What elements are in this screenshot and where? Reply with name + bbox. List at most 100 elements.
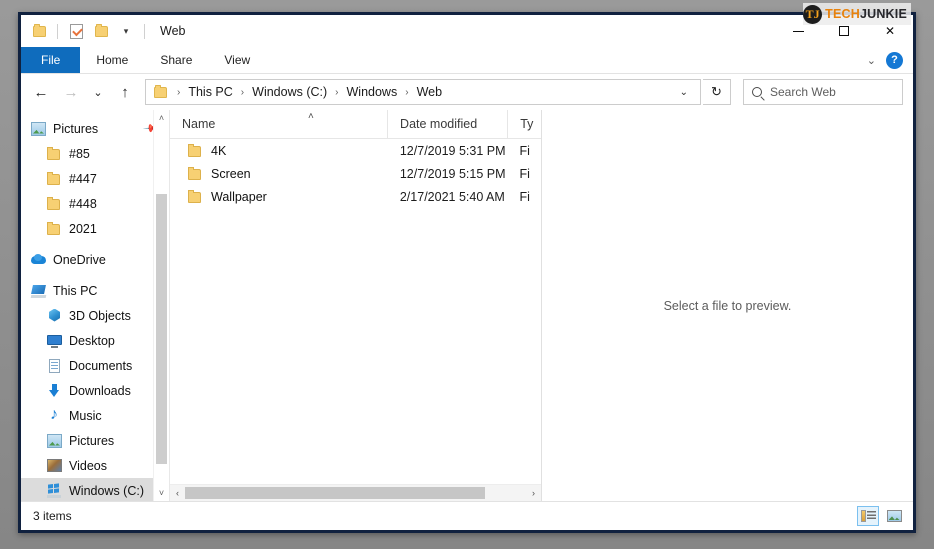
scroll-left-chevron-icon[interactable]: ‹ [170,488,185,498]
breadcrumb-item-windows-c[interactable]: Windows (C:) [250,85,329,99]
sidebar-item-videos[interactable]: Videos [21,453,169,478]
file-date-cell: 12/7/2019 5:15 PM [399,166,506,181]
navigation-scrollbar[interactable]: ˄ ˅ [153,110,169,501]
scrollbar-thumb[interactable] [185,487,485,499]
scroll-down-container: ˅ [154,485,169,501]
horizontal-scrollbar[interactable]: ‹ › [170,484,541,501]
scroll-down-chevron-icon[interactable]: ˅ [154,485,169,501]
file-list-pane: Name ˄ Date modified Ty 4K 12/7/2019 5:3… [170,110,542,501]
onedrive-icon [31,253,46,267]
column-header-type[interactable]: Ty [507,110,541,138]
navigation-list: Pictures 📌 #85 #447 #448 2021 OneDrive T… [21,110,169,501]
sidebar-item-label: Videos [69,458,107,473]
pictures-icon [31,121,46,136]
new-folder-icon[interactable] [91,20,111,42]
sidebar-item-this-pc[interactable]: This PC [21,278,169,303]
folder-icon [47,171,62,185]
expand-ribbon-chevron-down-icon[interactable]: ⌄ [867,54,876,67]
sidebar-item-label: 2021 [69,221,97,236]
sidebar-item-label: Documents [69,358,133,373]
file-name-cell: Screen [170,162,388,185]
tab-file[interactable]: File [21,47,81,73]
sidebar-item-downloads[interactable]: Downloads [21,378,169,403]
breadcrumb-separator-3: › [405,86,409,98]
breadcrumb-item-web[interactable]: Web [415,85,444,99]
table-row[interactable]: 4K 12/7/2019 5:31 PM Fi [170,139,541,162]
window-body: Pictures 📌 #85 #447 #448 2021 OneDrive T… [21,110,913,501]
scrollbar-track[interactable] [185,485,526,501]
column-header-label: Ty [520,117,534,131]
sidebar-item-pictures[interactable]: Pictures [21,428,169,453]
downloads-icon [47,383,62,398]
sidebar-item-85[interactable]: #85 [21,141,169,166]
sidebar-item-label: Music [69,408,102,423]
tab-share[interactable]: Share [144,47,208,73]
sidebar-item-desktop[interactable]: Desktop [21,328,169,353]
customize-quick-access-caret-icon[interactable]: ▾ [116,20,136,42]
properties-icon[interactable] [66,20,86,42]
techjunkie-logo-icon: TJ [803,4,823,24]
back-button[interactable]: ← [27,78,55,106]
file-explorer-window: ▾ Web ✕ TJ TECHJUNKIE File Home Share Vi… [18,3,916,533]
toolbar-divider-2 [144,23,145,39]
ribbon-tab-bar: File Home Share View ⌄ ? [21,47,913,74]
status-bar: 3 items [21,501,913,530]
breadcrumb-item-windows[interactable]: Windows [345,85,400,99]
breadcrumb-separator-0: › [177,86,181,98]
address-bar: ← → ⌄ ↑ › This PC › Windows (C:) › Windo… [21,74,913,110]
search-placeholder: Search Web [770,85,836,99]
details-view-button[interactable] [857,506,879,526]
large-icons-view-button[interactable] [883,506,905,526]
sidebar-item-label: Desktop [69,333,115,348]
column-headers: Name ˄ Date modified Ty [170,110,541,139]
breadcrumb-separator-1: › [240,86,245,98]
help-icon[interactable]: ? [886,51,903,69]
refresh-button[interactable]: ↻ [703,79,731,105]
preview-pane: Select a file to preview. [542,110,913,501]
sidebar-item-label: This PC [53,283,98,298]
item-count-status: 3 items [33,509,72,523]
sidebar-item-label: Downloads [69,383,131,398]
tab-home[interactable]: Home [80,47,144,73]
sidebar-item-448[interactable]: #448 [21,191,169,216]
sidebar-item-onedrive[interactable]: OneDrive [21,247,169,272]
sidebar-item-447[interactable]: #447 [21,166,169,191]
pin-to-quick-access-icon[interactable] [29,20,49,42]
table-row[interactable]: Screen 12/7/2019 5:15 PM Fi [170,162,541,185]
this-pc-icon [31,284,46,298]
recent-locations-chevron-down-icon[interactable]: ⌄ [87,78,109,106]
pictures-icon [47,433,62,448]
folder-icon [188,189,203,203]
desktop-icon [47,334,62,348]
file-type-cell: Fi [519,189,530,204]
table-row[interactable]: Wallpaper 2/17/2021 5:40 AM Fi [170,185,541,208]
file-rows: 4K 12/7/2019 5:31 PM Fi Screen 12/7/2019… [170,139,541,484]
view-mode-buttons [857,506,905,526]
large-icons-view-icon [886,510,902,522]
scroll-up-chevron-icon[interactable]: ˄ [154,110,169,126]
breadcrumb[interactable]: › This PC › Windows (C:) › Windows › Web… [145,79,701,105]
breadcrumb-dropdown-chevron-down-icon[interactable]: ⌄ [672,87,696,98]
sidebar-item-label: 3D Objects [69,308,131,323]
sidebar-item-documents[interactable]: Documents [21,353,169,378]
sidebar-item-2021[interactable]: 2021 [21,216,169,241]
column-header-date-modified[interactable]: Date modified [387,110,507,138]
techjunkie-wordmark: TECHJUNKIE [825,7,907,21]
tab-view[interactable]: View [208,47,266,73]
file-type-cell: Fi [519,166,530,181]
sidebar-item-windows-c[interactable]: Windows (C:) [21,478,169,501]
search-input[interactable]: Search Web [743,79,903,105]
up-button[interactable]: ↑ [111,78,139,106]
scroll-right-chevron-icon[interactable]: › [526,488,541,498]
breadcrumb-item-this-pc[interactable]: This PC [186,85,234,99]
breadcrumb-separator-2: › [335,86,339,98]
file-date-cell: 12/7/2019 5:31 PM [399,143,506,158]
sidebar-item-music[interactable]: Music [21,403,169,428]
sidebar-item-label: #448 [69,196,97,211]
watermark-junkie-text: JUNKIE [859,7,907,21]
scrollbar-thumb[interactable] [156,194,167,464]
column-header-name[interactable]: Name ˄ [170,110,387,138]
sidebar-item-pictures-quick[interactable]: Pictures 📌 [21,116,169,141]
sidebar-item-3d-objects[interactable]: 3D Objects [21,303,169,328]
sidebar-item-label: #85 [69,146,90,161]
